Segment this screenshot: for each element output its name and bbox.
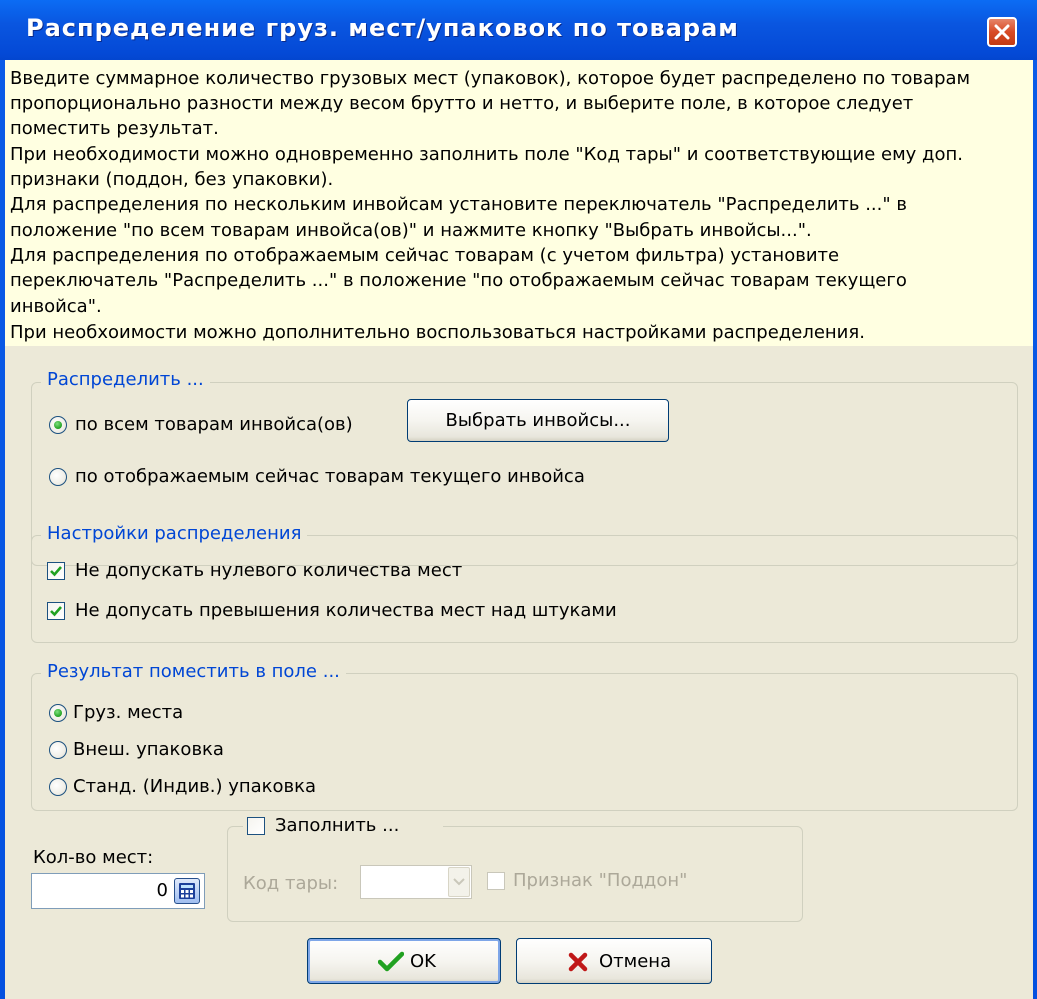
pallet-label[interactable]: Признак "Поддон" [513,870,687,892]
ok-button-label: OK [410,951,436,972]
close-icon [994,24,1010,40]
instructions-panel: Введите суммарное количество грузовых ме… [5,60,1033,346]
window-title: Распределение груз. мест/упаковок по тов… [26,14,739,42]
instruction-line: признаки (поддон, без упаковки). [10,169,334,190]
select-invoices-button[interactable]: Выбрать инвойсы... [407,399,669,442]
dialog-window: Распределение груз. мест/упаковок по тов… [0,0,1037,999]
instruction-line: Введите суммарное количество грузовых ме… [10,68,971,89]
settings-group [31,535,1018,643]
radio-outer-package[interactable] [49,741,67,759]
radio-shown-items-label[interactable]: по отображаемым сейчас товарам текущего … [75,466,585,488]
title-bar[interactable]: Распределение груз. мест/упаковок по тов… [0,0,1037,60]
radio-standard-package-label[interactable]: Станд. (Индив.) упаковка [73,776,316,798]
cancel-button[interactable]: Отмена [516,938,712,984]
instruction-line: пропорционально разности между весом бру… [10,93,914,114]
distribute-group-title: Распределить ... [41,369,210,391]
no-zero-label[interactable]: Не допускать нулевого количества мест [75,560,462,582]
instruction-line: поместить результат. [10,118,219,139]
quantity-value: 0 [156,880,168,901]
instruction-line: При необходимости можно одновременно зап… [10,144,963,165]
instruction-line: переключатель "Распределить ..." в полож… [10,270,907,291]
instruction-line: Для распределения по нескольким инвойсам… [10,194,907,215]
cancel-button-label: Отмена [599,951,672,972]
tare-code-label: Код тары: [243,873,339,894]
radio-standard-package[interactable] [49,778,67,796]
quantity-label: Кол-во мест: [33,847,154,868]
instruction-line: При необхоимости можно дополнительно вос… [10,322,865,343]
no-exceed-label[interactable]: Не допусать превышения количества мест н… [75,600,617,622]
radio-all-invoice-items[interactable] [49,416,67,434]
instruction-line: положение "по всем товарам инвойса(ов)" … [10,220,812,241]
no-exceed-checkbox[interactable] [47,602,65,620]
calculator-icon [179,883,195,899]
dialog-body: Введите суммарное количество грузовых ме… [5,60,1033,999]
radio-all-invoice-items-label[interactable]: по всем товарам инвойса(ов) [75,414,353,436]
check-mark-icon [50,606,62,617]
chevron-down-icon [453,878,465,886]
close-button[interactable] [987,17,1017,47]
cross-icon [568,952,588,972]
fill-label[interactable]: Заполнить ... [275,815,399,837]
quantity-input[interactable]: 0 [31,873,205,909]
radio-cargo-places-label[interactable]: Груз. места [73,702,183,724]
select-invoices-button-label: Выбрать инвойсы... [445,410,631,431]
radio-shown-items[interactable] [49,468,67,486]
no-zero-checkbox[interactable] [47,562,65,580]
check-mark-icon [50,566,62,577]
settings-group-title: Настройки распределения [41,523,308,545]
check-icon [378,951,404,972]
ok-button[interactable]: OK [307,938,501,984]
radio-outer-package-label[interactable]: Внеш. упаковка [73,739,224,761]
calculator-button[interactable] [174,878,200,904]
instruction-line: Для распределения по отображаемым сейчас… [10,245,840,266]
dropdown-arrow-button[interactable] [448,867,470,897]
radio-cargo-places[interactable] [49,704,67,722]
fill-group-header: Заполнить ... [243,812,443,840]
result-group-title: Результат поместить в поле ... [41,661,346,683]
tare-code-select[interactable] [360,865,472,899]
pallet-checkbox[interactable] [487,872,505,890]
fill-checkbox[interactable] [247,817,265,835]
instruction-line: инвойса". [10,296,102,317]
